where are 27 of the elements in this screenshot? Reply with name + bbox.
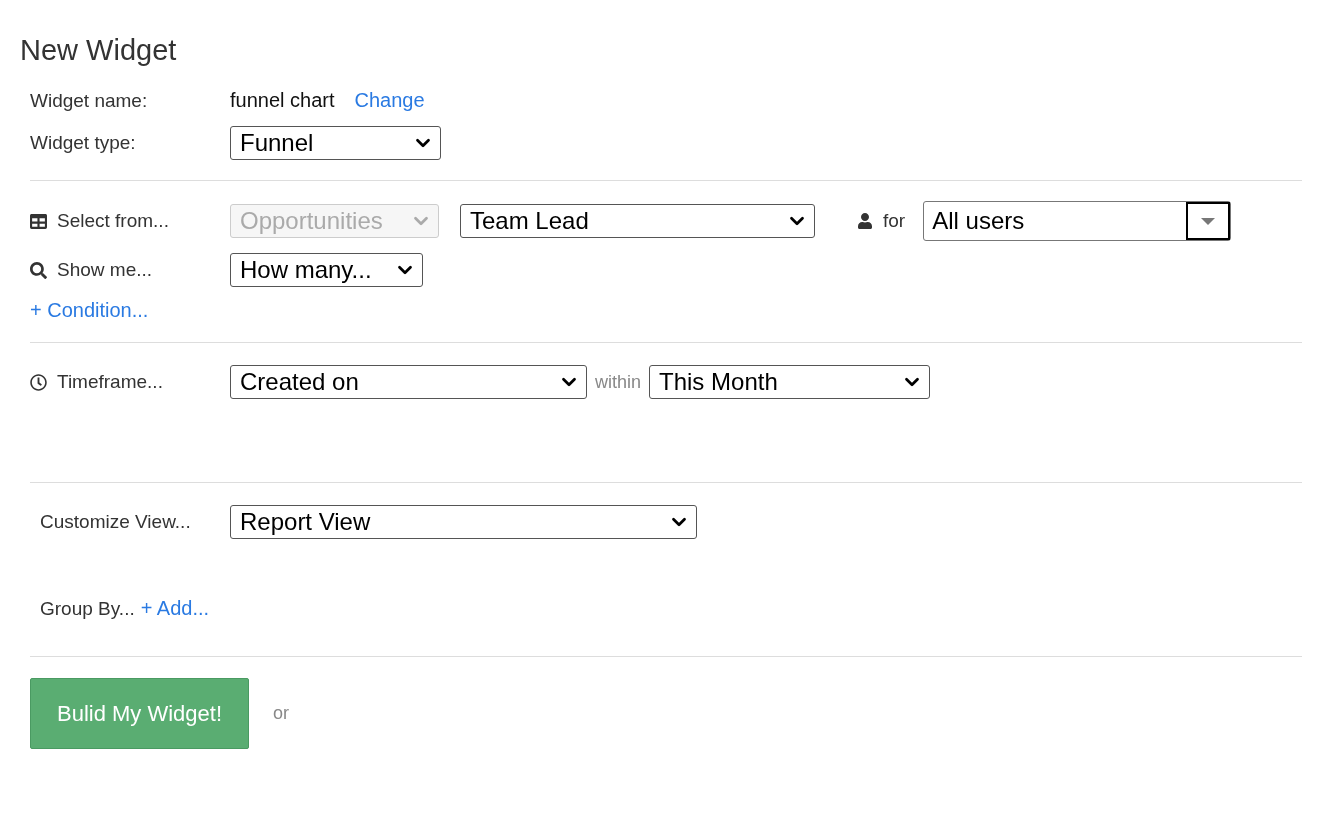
within-label: within — [595, 371, 642, 393]
add-condition-link[interactable]: + Condition... — [30, 299, 149, 322]
field-label: Widget name: — [30, 89, 148, 112]
measure-dropdown[interactable]: How many... — [230, 253, 423, 287]
role-dropdown[interactable]: Team Lead — [460, 204, 815, 238]
user-icon — [857, 213, 873, 229]
field-label: Widget type: — [30, 132, 136, 154]
widget-type-dropdown[interactable]: Funnel — [230, 126, 441, 160]
view-dropdown[interactable]: Report View — [230, 505, 697, 539]
field-label: Timeframe... — [57, 371, 163, 393]
field-label: Group By... — [40, 597, 135, 620]
date-field-dropdown[interactable]: Created on — [230, 365, 587, 399]
table-icon — [30, 212, 47, 230]
change-link[interactable]: Change — [354, 89, 425, 112]
add-group-link[interactable]: + Add... — [140, 597, 210, 620]
widget-name-value: funnel chart — [230, 89, 335, 112]
search-icon — [30, 261, 47, 279]
clock-icon — [30, 373, 47, 391]
dropdown-button[interactable] — [1186, 202, 1231, 240]
page-title: New Widget — [20, 34, 178, 67]
for-label: for — [883, 210, 906, 232]
field-label: Customize View... — [40, 511, 191, 533]
field-label: Select from... — [57, 210, 169, 232]
field-label: Show me... — [57, 259, 153, 281]
users-combobox[interactable]: All users — [923, 201, 1232, 241]
period-dropdown[interactable]: This Month — [649, 365, 931, 399]
or-label: or — [273, 703, 290, 724]
